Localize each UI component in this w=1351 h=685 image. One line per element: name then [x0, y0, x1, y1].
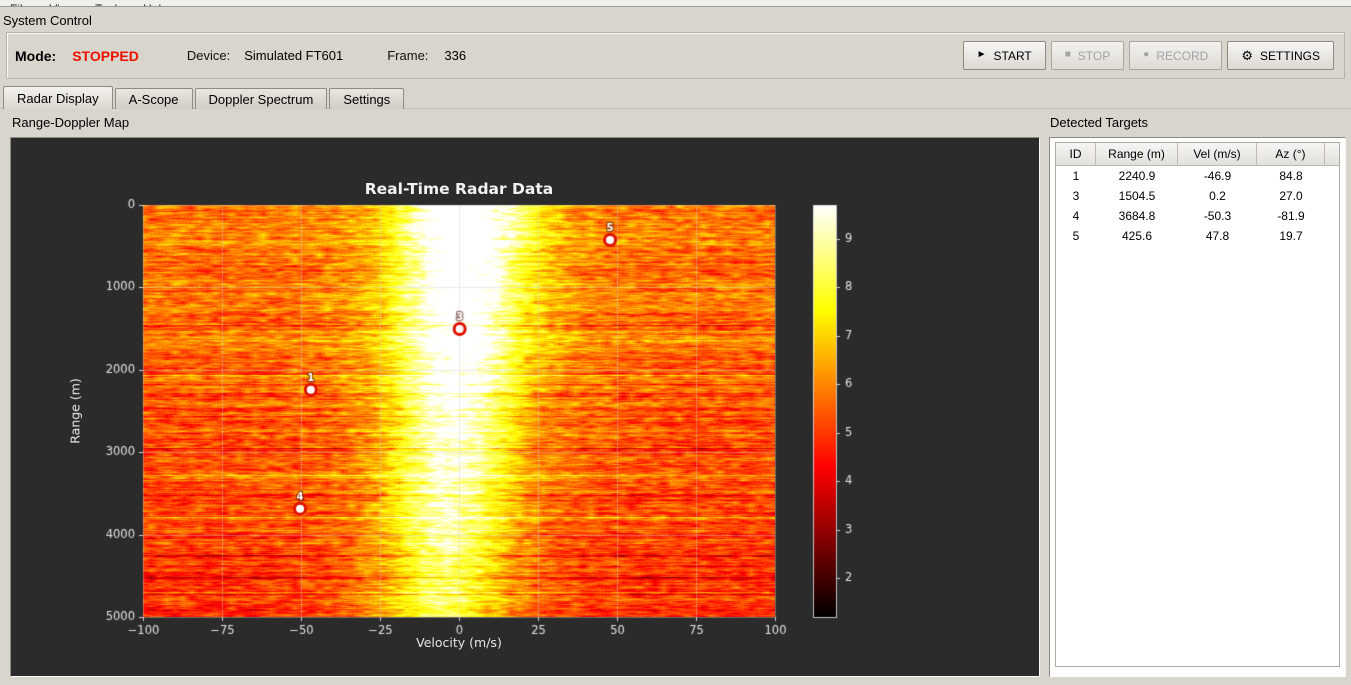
cell-vel[interactable]: -50.3 — [1178, 206, 1257, 226]
cell-az[interactable]: -81.9 — [1257, 206, 1325, 226]
header-range[interactable]: Range (m) — [1096, 143, 1178, 166]
cell-range[interactable]: 3684.8 — [1096, 206, 1178, 226]
menu-item-file[interactable]: File — [0, 1, 39, 6]
system-control-title: System Control — [3, 13, 92, 28]
mode-label: Mode: — [15, 47, 57, 64]
tab-settings[interactable]: Settings — [329, 88, 405, 109]
device-label: Device: — [186, 48, 231, 63]
x-axis-label: Velocity (m/s) — [416, 635, 502, 650]
header-az[interactable]: Az (°) — [1257, 143, 1325, 166]
cell-id[interactable]: 3 — [1056, 186, 1096, 206]
cell-id[interactable]: 4 — [1056, 206, 1096, 226]
targets-table: ID Range (m) Vel (m/s) Az (°) 1 2240.9 -… — [1055, 142, 1340, 667]
tab-a-scope[interactable]: A-Scope — [114, 88, 193, 109]
cell-id[interactable]: 1 — [1056, 166, 1096, 186]
menu-item-view[interactable]: View — [39, 1, 85, 6]
cell-id[interactable]: 5 — [1056, 226, 1096, 246]
table-row[interactable]: 3 1504.5 0.2 27.0 — [1056, 186, 1339, 206]
header-id[interactable]: ID — [1056, 143, 1096, 166]
tab-radar-display[interactable]: Radar Display — [3, 86, 113, 109]
cell-range[interactable]: 2240.9 — [1096, 166, 1178, 186]
start-button-label: START — [993, 48, 1032, 63]
cell-az[interactable]: 19.7 — [1257, 226, 1325, 246]
menu-bar: FileViewToolsHelp — [0, 0, 1351, 7]
settings-button[interactable]: ⚙ SETTINGS — [1227, 41, 1334, 70]
detected-targets-title: Detected Targets — [1050, 115, 1149, 130]
frame-label: Frame: — [387, 48, 429, 63]
start-button[interactable]: ► START — [962, 41, 1046, 70]
record-button: ● RECORD — [1129, 41, 1223, 70]
cell-vel[interactable]: 0.2 — [1178, 186, 1257, 206]
cell-az[interactable]: 27.0 — [1257, 186, 1325, 206]
stop-icon: ■ — [1064, 49, 1071, 60]
range-doppler-map-title: Range-Doppler Map — [12, 115, 130, 130]
stop-button-label: STOP — [1077, 48, 1111, 63]
table-row[interactable]: 1 2240.9 -46.9 84.8 — [1056, 166, 1339, 186]
menu-item-help[interactable]: Help — [133, 1, 178, 6]
frame-counter: 336 — [444, 48, 467, 63]
table-row[interactable]: 4 3684.8 -50.3 -81.9 — [1056, 206, 1339, 226]
record-icon: ● — [1143, 49, 1150, 60]
table-row[interactable]: 5 425.6 47.8 19.7 — [1056, 226, 1339, 246]
cell-az[interactable]: 84.8 — [1257, 166, 1325, 186]
radar-heatmap-canvas — [11, 138, 1039, 676]
header-filler — [1325, 143, 1339, 166]
control-buttons: ► START ■ STOP ● RECORD ⚙ SETTINGS — [962, 41, 1334, 70]
tab-bar: Radar Display A-Scope Doppler Spectrum S… — [3, 86, 406, 109]
cell-vel[interactable]: -46.9 — [1178, 166, 1257, 186]
mode-value-badge: STOPPED — [72, 47, 139, 64]
menu-item-tools[interactable]: Tools — [85, 1, 133, 6]
cell-vel[interactable]: 47.8 — [1178, 226, 1257, 246]
tab-doppler-spectrum[interactable]: Doppler Spectrum — [194, 88, 328, 109]
cell-range[interactable]: 1504.5 — [1096, 186, 1178, 206]
detected-targets-panel: ID Range (m) Vel (m/s) Az (°) 1 2240.9 -… — [1049, 137, 1346, 677]
stop-button: ■ STOP — [1050, 41, 1125, 70]
targets-table-header: ID Range (m) Vel (m/s) Az (°) — [1056, 143, 1339, 166]
device-value: Simulated FT601 — [244, 48, 344, 63]
play-icon: ► — [976, 49, 987, 60]
y-axis-label: Range (m) — [67, 378, 83, 444]
header-vel[interactable]: Vel (m/s) — [1178, 143, 1257, 166]
settings-button-label: SETTINGS — [1259, 48, 1320, 63]
record-button-label: RECORD — [1156, 48, 1209, 63]
range-doppler-panel: Real-Time Radar Data Velocity (m/s) Rang… — [10, 137, 1040, 677]
plot-title: Real-Time Radar Data — [364, 180, 554, 198]
system-control-group: Mode: STOPPED Device: Simulated FT601 Fr… — [6, 32, 1345, 79]
cell-range[interactable]: 425.6 — [1096, 226, 1178, 246]
app-window: FileViewToolsHelp System Control Mode: S… — [0, 0, 1351, 685]
status-row: Mode: STOPPED Device: Simulated FT601 Fr… — [15, 33, 466, 78]
gear-icon: ⚙ — [1241, 47, 1253, 63]
